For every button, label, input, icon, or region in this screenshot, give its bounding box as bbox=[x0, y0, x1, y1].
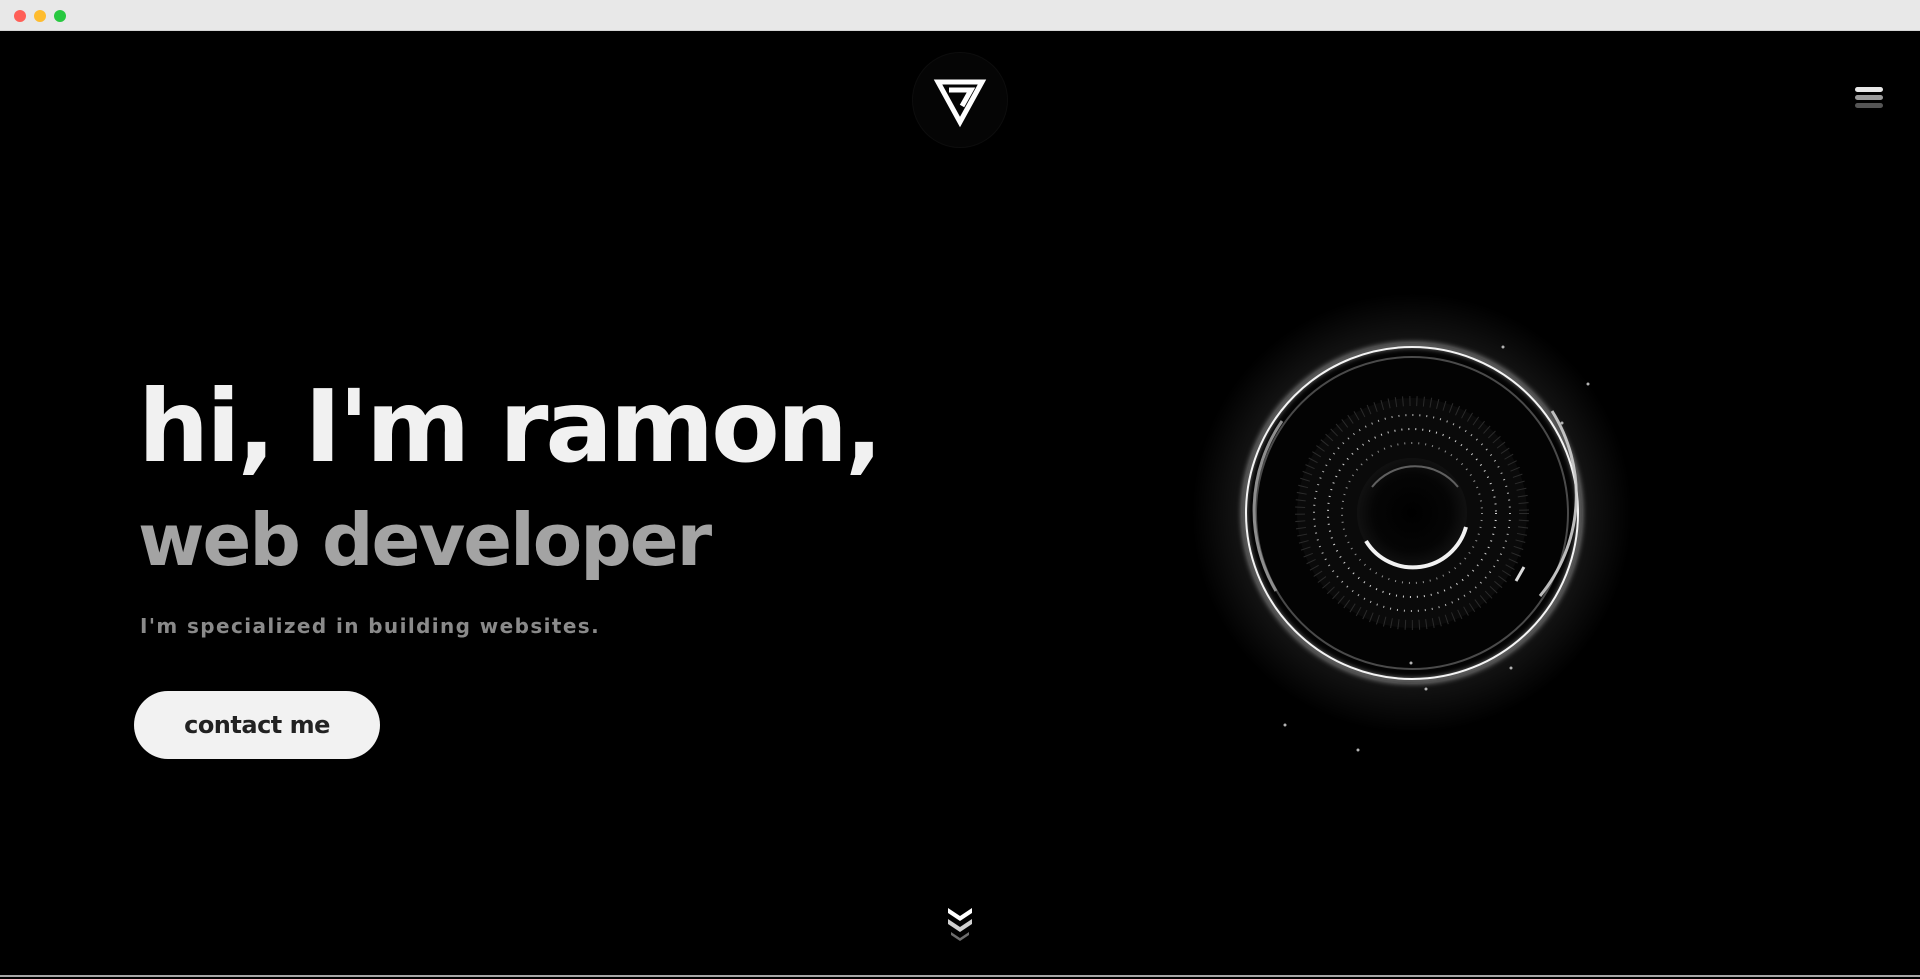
close-window-button[interactable] bbox=[14, 10, 26, 22]
hero-description: I'm specialized in building websites. bbox=[140, 614, 601, 638]
page-viewport: hi, I'm ramon, web developer I'm special… bbox=[0, 31, 1920, 973]
window-titlebar bbox=[0, 0, 1920, 31]
browser-window: hi, I'm ramon, web developer I'm special… bbox=[0, 0, 1920, 979]
contact-me-button[interactable]: contact me bbox=[134, 691, 380, 759]
glowing-ring-orb-graphic bbox=[1192, 293, 1632, 752]
maximize-window-button[interactable] bbox=[54, 10, 66, 22]
home-logo-link[interactable] bbox=[913, 53, 1007, 147]
triangle-logo-icon bbox=[933, 79, 987, 128]
double-chevron-down-icon bbox=[948, 908, 972, 941]
scroll-down-button[interactable] bbox=[944, 902, 976, 950]
hero-subtitle: web developer bbox=[138, 498, 712, 582]
hamburger-menu-icon[interactable] bbox=[1852, 85, 1886, 115]
window-bottom-edge bbox=[0, 973, 1920, 979]
minimize-window-button[interactable] bbox=[34, 10, 46, 22]
hero-title: hi, I'm ramon, bbox=[138, 368, 883, 485]
hero-section: hi, I'm ramon, web developer I'm special… bbox=[138, 368, 898, 639]
